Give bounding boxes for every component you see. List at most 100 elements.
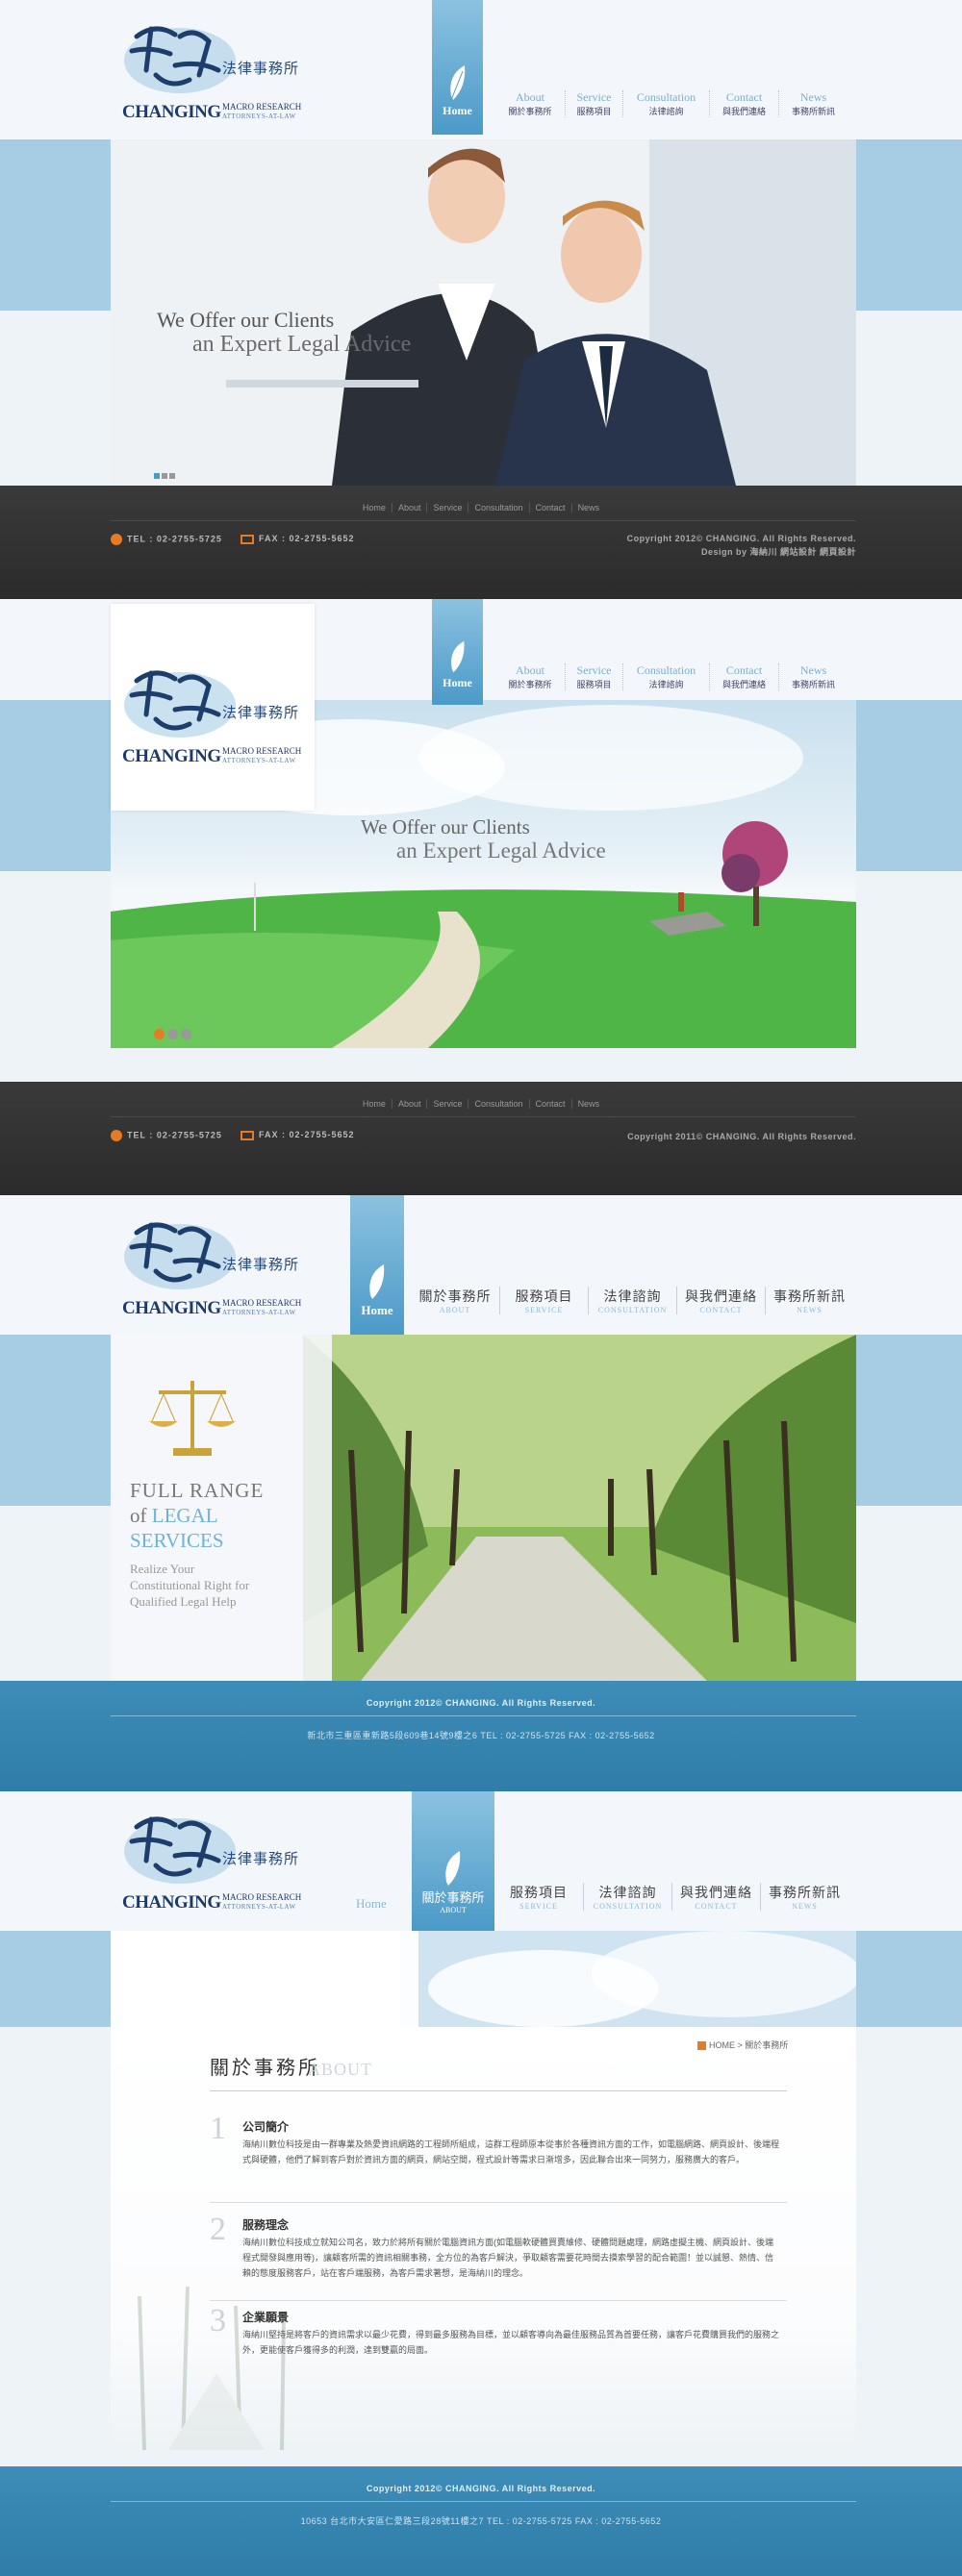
- footer-copyright: Copyright 2012© CHANGING. All Rights Res…: [481, 534, 856, 558]
- slider-dots: [154, 466, 175, 484]
- nav-home-tab[interactable]: Home: [432, 0, 483, 135]
- footer3-address: 新北市三重區重新路5段609巷14號9樓之6 TEL : 02-2755-572…: [307, 1731, 655, 1740]
- logo-subtitle: 法律事務所: [222, 1258, 300, 1273]
- nav-consultation-zh: 法律諮詢: [598, 1886, 657, 1901]
- main-nav: About 關於事務所 Service 服務項目 Consultation 法律諮詢 …: [495, 90, 848, 117]
- nav-news-zh: 事務所新訊: [773, 1289, 846, 1305]
- footer-link-news[interactable]: News: [570, 1099, 606, 1109]
- footer4-copyright: Copyright 2012© CHANGING. All Rights Res…: [366, 2484, 596, 2493]
- nav-consultation[interactable]: 法律諮詢 CONSULTATION: [588, 1287, 676, 1314]
- nav-service[interactable]: Service 服務項目: [565, 90, 622, 117]
- footer-link-service[interactable]: Service: [426, 1099, 468, 1109]
- slider-dot-2-1[interactable]: [154, 1029, 165, 1039]
- banner-strip-right-2: [856, 700, 962, 871]
- nav-news[interactable]: News 事務所新訊: [778, 90, 848, 117]
- footer-link-about[interactable]: About: [391, 1099, 427, 1109]
- slider-dot-3[interactable]: [169, 473, 175, 479]
- logo[interactable]: 法律事務所 CHANGING MACRO RESEARCH ATTORNEYS-…: [122, 17, 315, 123]
- nav-contact-en: Contact: [725, 663, 763, 677]
- feather-icon: [449, 65, 465, 101]
- nav-contact[interactable]: 與我們連絡 CONTACT: [671, 1883, 760, 1911]
- hero3-services: SERVICES: [130, 1529, 224, 1552]
- nav-home-plain[interactable]: Home: [356, 1896, 387, 1912]
- nav-home-tab-3[interactable]: Home: [350, 1195, 404, 1335]
- nav-service[interactable]: 服務項目 SERVICE: [499, 1287, 588, 1314]
- hero3-tagline-3: Qualified Legal Help: [130, 1594, 237, 1609]
- nav-service-en: Service: [576, 663, 612, 677]
- footer-link-contact[interactable]: Contact: [528, 503, 571, 513]
- nav-news[interactable]: 事務所新訊 NEWS: [765, 1287, 853, 1314]
- breadcrumb-home[interactable]: HOME: [709, 2040, 735, 2050]
- footer-tel-text: TEL : 02-2755-5725: [127, 534, 222, 544]
- nav-consultation[interactable]: 法律諮詢 CONSULTATION: [583, 1883, 671, 1911]
- nav-about-tab-active[interactable]: 關於事務所 ABOUT: [412, 1791, 494, 1931]
- footer-tel-2: TEL : 02-2755-5725: [111, 1130, 222, 1141]
- nav-consultation[interactable]: Consultation 法律諮詢: [622, 663, 709, 690]
- hero-banner-3: FULL RANGE of LEGAL SERVICES Realize You…: [111, 1335, 856, 1681]
- logo-2[interactable]: 法律事務所 CHANGING MACRO RESEARCH ATTORNEYS-…: [122, 662, 315, 767]
- footer-link-contact[interactable]: Contact: [528, 1099, 571, 1109]
- nav-home-label-2: Home: [443, 676, 472, 689]
- slider-dot-2-2[interactable]: [167, 1029, 178, 1039]
- section-divider-2: [210, 2300, 787, 2301]
- nav-consultation-zh: 法律諮詢: [648, 107, 684, 116]
- hero3-tagline-1: Realize Your: [130, 1562, 195, 1576]
- section-heading-1: 公司簡介: [242, 2120, 290, 2134]
- logo-3[interactable]: 法律事務所 CHANGING MACRO RESEARCH ATTORNEYS-…: [122, 1213, 315, 1319]
- footer-link-about[interactable]: About: [391, 503, 427, 513]
- footer-link-news[interactable]: News: [570, 503, 606, 513]
- feather-icon: [450, 640, 465, 673]
- breadcrumb: HOME > 關於事務所: [697, 2038, 788, 2051]
- nav-news[interactable]: News 事務所新訊: [778, 663, 848, 690]
- footer-link-home[interactable]: Home: [357, 1099, 392, 1109]
- banner-strip-right: [856, 139, 962, 311]
- nav-service[interactable]: 服務項目 SERVICE: [494, 1883, 583, 1911]
- logo-tagline-2: ATTORNEYS-AT-LAW: [222, 113, 296, 120]
- logo-tagline: MACRO RESEARCH: [222, 746, 302, 756]
- fax-icon: [240, 1130, 254, 1140]
- slider-dot-2[interactable]: [162, 473, 167, 479]
- nav-contact[interactable]: Contact 與我們連絡: [709, 663, 778, 690]
- nav-service-en: Service: [576, 90, 612, 104]
- slider-dot-1[interactable]: [154, 473, 160, 479]
- nav-about-en: ABOUT: [439, 1306, 471, 1314]
- footer4-divider: [111, 2501, 856, 2502]
- nav-news-en: News: [799, 90, 827, 104]
- footer-tel: TEL : 02-2755-5725: [111, 534, 222, 545]
- nav-contact-en: Contact: [725, 90, 763, 104]
- nav-service[interactable]: Service 服務項目: [565, 663, 622, 690]
- nav-news-en: News: [799, 663, 827, 677]
- banner-strip-left-4: [0, 1931, 111, 2027]
- nav-about[interactable]: 關於事務所 ABOUT: [411, 1287, 499, 1314]
- nav-about[interactable]: About 關於事務所: [495, 663, 565, 690]
- faded-trees-photo: [138, 2286, 286, 2450]
- logo-name: CHANGING: [122, 102, 221, 122]
- nav-service-zh: 服務項目: [576, 680, 612, 689]
- footer-link-home[interactable]: Home: [357, 503, 392, 513]
- nav-service-zh: 服務項目: [510, 1886, 568, 1901]
- footer-nav: Home About Service Consultation Contact News: [0, 503, 962, 513]
- banner-strip-left-3: [0, 1335, 111, 1506]
- nav-consultation[interactable]: Consultation 法律諮詢: [622, 90, 709, 117]
- footer-design-credit[interactable]: Design by 海納川 網站設計 網頁設計: [481, 545, 856, 558]
- nav-service-zh: 服務項目: [576, 107, 612, 116]
- hero2-line-1: We Offer our Clients: [361, 815, 530, 838]
- nav-home-tab-2[interactable]: Home: [432, 599, 483, 705]
- nav-contact[interactable]: 與我們連絡 CONTACT: [676, 1287, 765, 1314]
- nav-service-zh: 服務項目: [515, 1289, 573, 1305]
- nav-contact[interactable]: Contact 與我們連絡: [709, 90, 778, 117]
- nav-about-zh: 關於事務所: [508, 107, 552, 116]
- footer-link-consultation[interactable]: Consultation: [468, 1099, 529, 1109]
- phone-icon: [111, 1130, 122, 1141]
- nav-news[interactable]: 事務所新訊 NEWS: [760, 1883, 848, 1911]
- nav-about[interactable]: About 關於事務所: [495, 90, 565, 117]
- nav-contact-zh: 與我們連絡: [685, 1289, 757, 1305]
- slider-dot-2-3[interactable]: [181, 1029, 191, 1039]
- logo-4[interactable]: 法律事務所 CHANGING MACRO RESEARCH ATTORNEYS-…: [122, 1808, 315, 1913]
- footer-link-service[interactable]: Service: [426, 503, 468, 513]
- nav-contact-zh: 與我們連絡: [680, 1886, 752, 1901]
- nav-home-plain-label: Home: [356, 1896, 387, 1911]
- section-number-1: 1: [210, 2111, 226, 2146]
- footer-link-consultation[interactable]: Consultation: [468, 503, 529, 513]
- nav-about-en: About: [516, 90, 544, 104]
